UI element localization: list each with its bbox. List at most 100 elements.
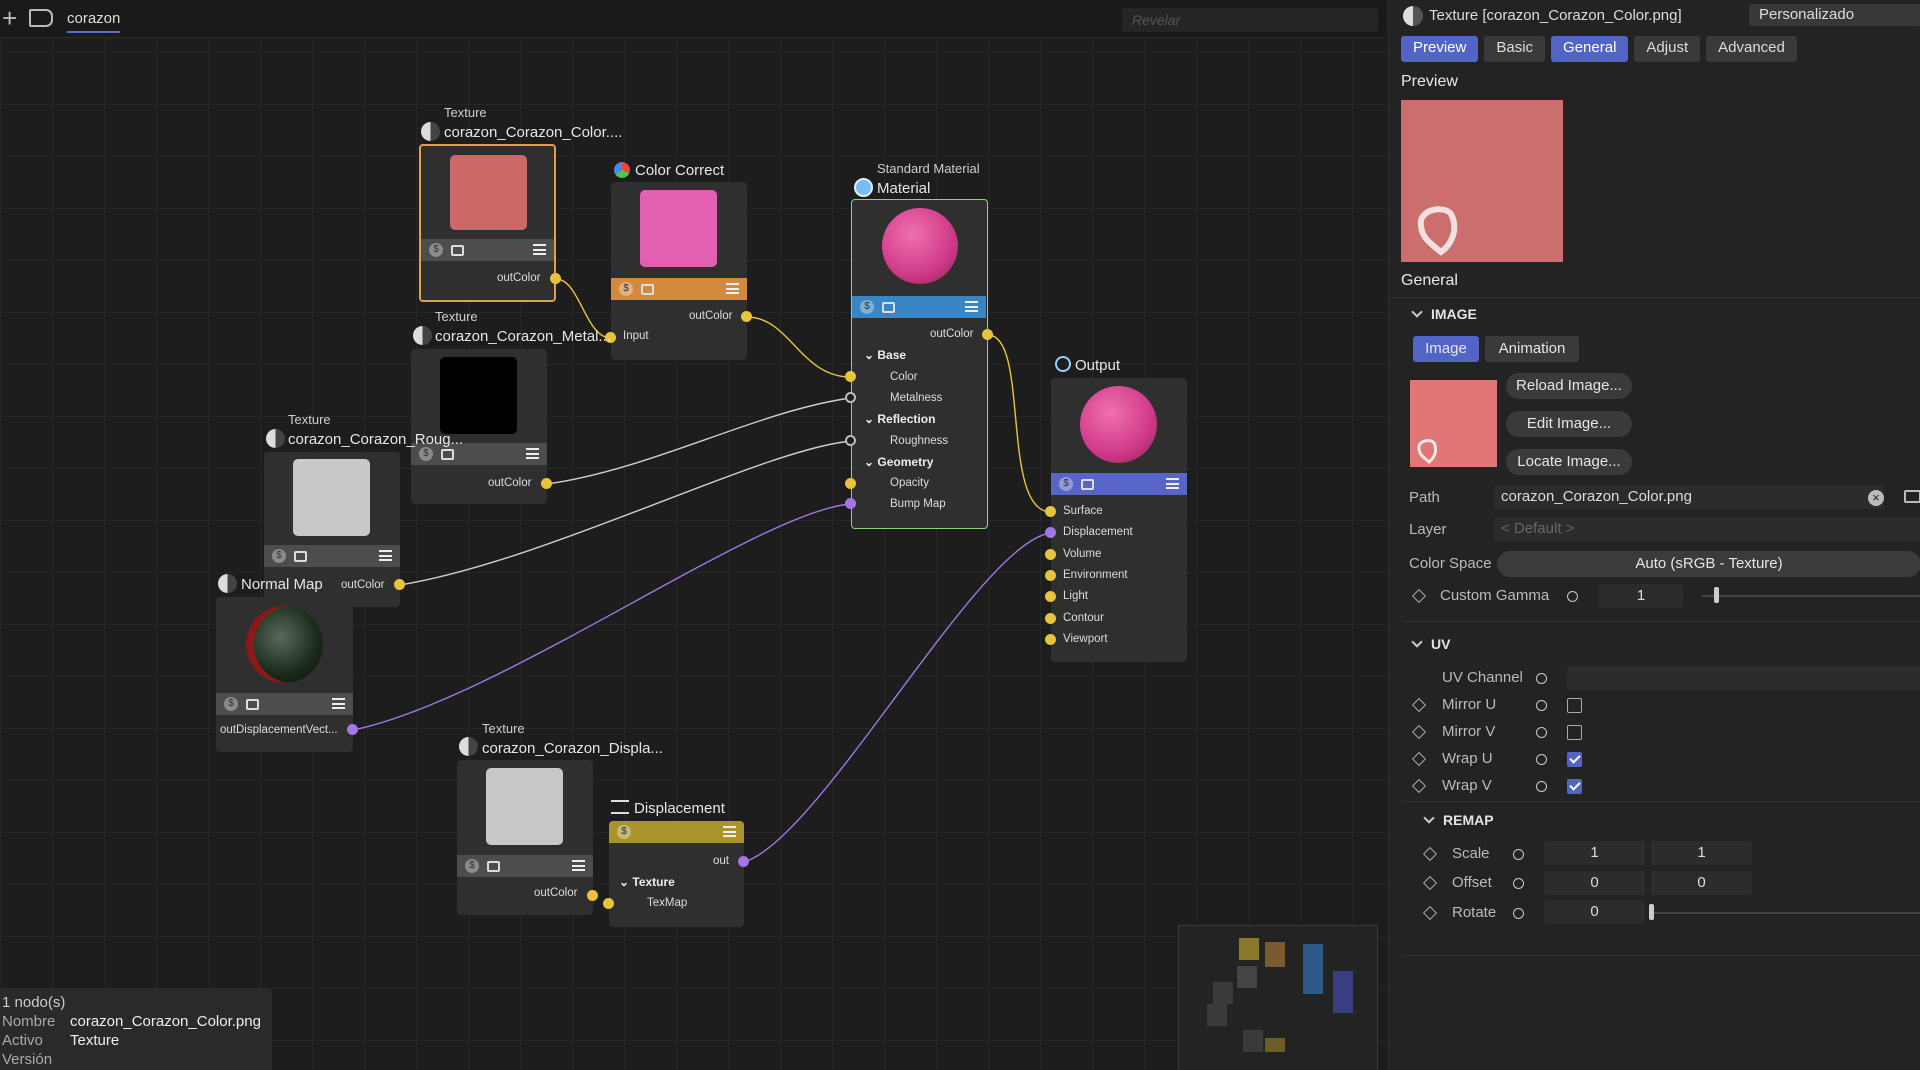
menu-icon[interactable] xyxy=(533,244,546,255)
input-port-environment[interactable] xyxy=(1045,570,1056,581)
output-port[interactable] xyxy=(550,273,561,284)
image-icon[interactable] xyxy=(294,550,307,562)
gamma-slider-track[interactable] xyxy=(1702,595,1920,597)
scale-y-field[interactable]: 1 xyxy=(1651,841,1752,865)
gamma-slider-knob[interactable] xyxy=(1714,587,1719,603)
scale-x-field[interactable]: 1 xyxy=(1544,841,1645,865)
menu-icon[interactable] xyxy=(572,860,585,871)
keyframe-icon[interactable] xyxy=(1422,875,1438,891)
image-icon[interactable] xyxy=(882,301,895,313)
menu-icon[interactable] xyxy=(726,283,739,294)
section-uv[interactable]: UV xyxy=(1411,636,1450,652)
custom-gamma-field[interactable]: 1 xyxy=(1599,584,1683,608)
image-icon[interactable] xyxy=(1081,478,1094,490)
input-port-metalness[interactable] xyxy=(845,392,856,403)
path-field[interactable]: corazon_Corazon_Color.png xyxy=(1494,485,1884,509)
output-port[interactable] xyxy=(347,724,358,735)
dollar-icon[interactable]: $ xyxy=(224,697,238,711)
reload-image-button[interactable]: Reload Image... xyxy=(1506,373,1632,399)
input-port-texmap[interactable] xyxy=(603,898,614,909)
mirror-u-checkbox[interactable] xyxy=(1567,698,1582,713)
output-port[interactable] xyxy=(741,311,752,322)
keyframe-icon[interactable] xyxy=(1411,778,1427,794)
color-space-select[interactable]: Auto (sRGB - Texture) xyxy=(1497,551,1920,577)
dollar-icon[interactable]: $ xyxy=(429,243,443,257)
layout-select[interactable]: Personalizado xyxy=(1749,4,1920,26)
keyframe-icon[interactable] xyxy=(1411,751,1427,767)
node-texture-metal[interactable]: $ outColor xyxy=(411,349,547,504)
input-port-bump-map[interactable] xyxy=(845,498,856,509)
input-port-opacity[interactable] xyxy=(845,478,856,489)
section-image[interactable]: IMAGE xyxy=(1411,306,1477,322)
node-texture-color[interactable]: $ outColor xyxy=(419,144,556,302)
rotate-slider-knob[interactable] xyxy=(1649,904,1654,920)
animate-icon[interactable] xyxy=(1536,727,1547,738)
tab-image[interactable]: Image xyxy=(1413,336,1479,362)
section-remap[interactable]: REMAP xyxy=(1423,812,1494,828)
output-port[interactable] xyxy=(394,579,405,590)
input-port-contour[interactable] xyxy=(1045,613,1056,624)
image-icon[interactable] xyxy=(451,244,464,256)
dollar-icon[interactable]: $ xyxy=(617,825,631,839)
image-icon[interactable] xyxy=(441,448,454,460)
input-port-volume[interactable] xyxy=(1045,549,1056,560)
tab-basic[interactable]: Basic xyxy=(1484,36,1546,62)
dollar-icon[interactable]: $ xyxy=(419,447,433,461)
wrap-u-checkbox[interactable] xyxy=(1567,752,1582,767)
edit-image-button[interactable]: Edit Image... xyxy=(1506,411,1632,437)
animate-icon[interactable] xyxy=(1513,908,1524,919)
offset-y-field[interactable]: 0 xyxy=(1651,871,1752,895)
section-base[interactable]: ⌄ Base xyxy=(864,348,906,362)
menu-icon[interactable] xyxy=(526,448,539,459)
animate-icon[interactable] xyxy=(1536,700,1547,711)
section-geometry[interactable]: ⌄ Geometry xyxy=(864,455,933,469)
tab-adjust[interactable]: Adjust xyxy=(1634,36,1701,62)
menu-icon[interactable] xyxy=(723,826,736,837)
node-output[interactable]: $ Surface Displacement Volume Environmen… xyxy=(1051,378,1187,662)
image-icon[interactable] xyxy=(246,698,259,710)
image-icon[interactable] xyxy=(641,283,654,295)
node-normal-map[interactable]: $ outDisplacementVect... xyxy=(216,597,353,752)
folder-icon[interactable] xyxy=(1904,490,1920,503)
section-reflection[interactable]: ⌄ Reflection xyxy=(864,412,935,426)
menu-icon[interactable] xyxy=(965,301,978,312)
rotate-slider-track[interactable] xyxy=(1651,912,1920,914)
output-port[interactable] xyxy=(587,890,598,901)
clear-icon[interactable]: × xyxy=(1868,490,1884,506)
offset-x-field[interactable]: 0 xyxy=(1544,871,1645,895)
dollar-icon[interactable]: $ xyxy=(619,282,633,296)
animate-icon[interactable] xyxy=(1536,673,1547,684)
keyframe-icon[interactable] xyxy=(1411,724,1427,740)
input-port-roughness[interactable] xyxy=(845,435,856,446)
node-material[interactable]: $ outColor ⌄ Base Color Metalness ⌄ Refl… xyxy=(851,199,988,529)
mirror-v-checkbox[interactable] xyxy=(1567,725,1582,740)
keyframe-icon[interactable] xyxy=(1411,588,1427,604)
keyframe-icon[interactable] xyxy=(1411,697,1427,713)
output-port[interactable] xyxy=(982,329,993,340)
output-port[interactable] xyxy=(738,856,749,867)
locate-image-button[interactable]: Locate Image... xyxy=(1506,449,1632,475)
animate-icon[interactable] xyxy=(1567,591,1578,602)
keyframe-icon[interactable] xyxy=(1422,905,1438,921)
tab-preview[interactable]: Preview xyxy=(1401,36,1479,62)
minimap[interactable] xyxy=(1178,925,1378,1070)
tab-general[interactable]: General xyxy=(1551,36,1629,62)
uv-channel-field[interactable] xyxy=(1567,666,1920,690)
node-color-correct[interactable]: $ outColor Input xyxy=(611,182,747,360)
animate-icon[interactable] xyxy=(1513,849,1524,860)
menu-icon[interactable] xyxy=(332,698,345,709)
dollar-icon[interactable]: $ xyxy=(465,859,479,873)
tab-advanced[interactable]: Advanced xyxy=(1706,36,1797,62)
tab-animation[interactable]: Animation xyxy=(1485,336,1579,362)
dollar-icon[interactable]: $ xyxy=(860,300,874,314)
animate-icon[interactable] xyxy=(1536,754,1547,765)
wrap-v-checkbox[interactable] xyxy=(1567,779,1582,794)
node-texture-displacement[interactable]: $ outColor xyxy=(457,760,593,915)
node-editor[interactable]: + corazon Revelar Texture corazon_Corazo… xyxy=(0,0,1386,1070)
animate-icon[interactable] xyxy=(1536,781,1547,792)
section-texture[interactable]: ⌄ Texture xyxy=(619,875,675,889)
layer-select[interactable]: < Default > xyxy=(1494,517,1920,541)
input-port-color[interactable] xyxy=(845,371,856,382)
node-displacement[interactable]: $ out ⌄ Texture TexMap xyxy=(609,821,744,927)
input-port-surface[interactable] xyxy=(1045,506,1056,517)
